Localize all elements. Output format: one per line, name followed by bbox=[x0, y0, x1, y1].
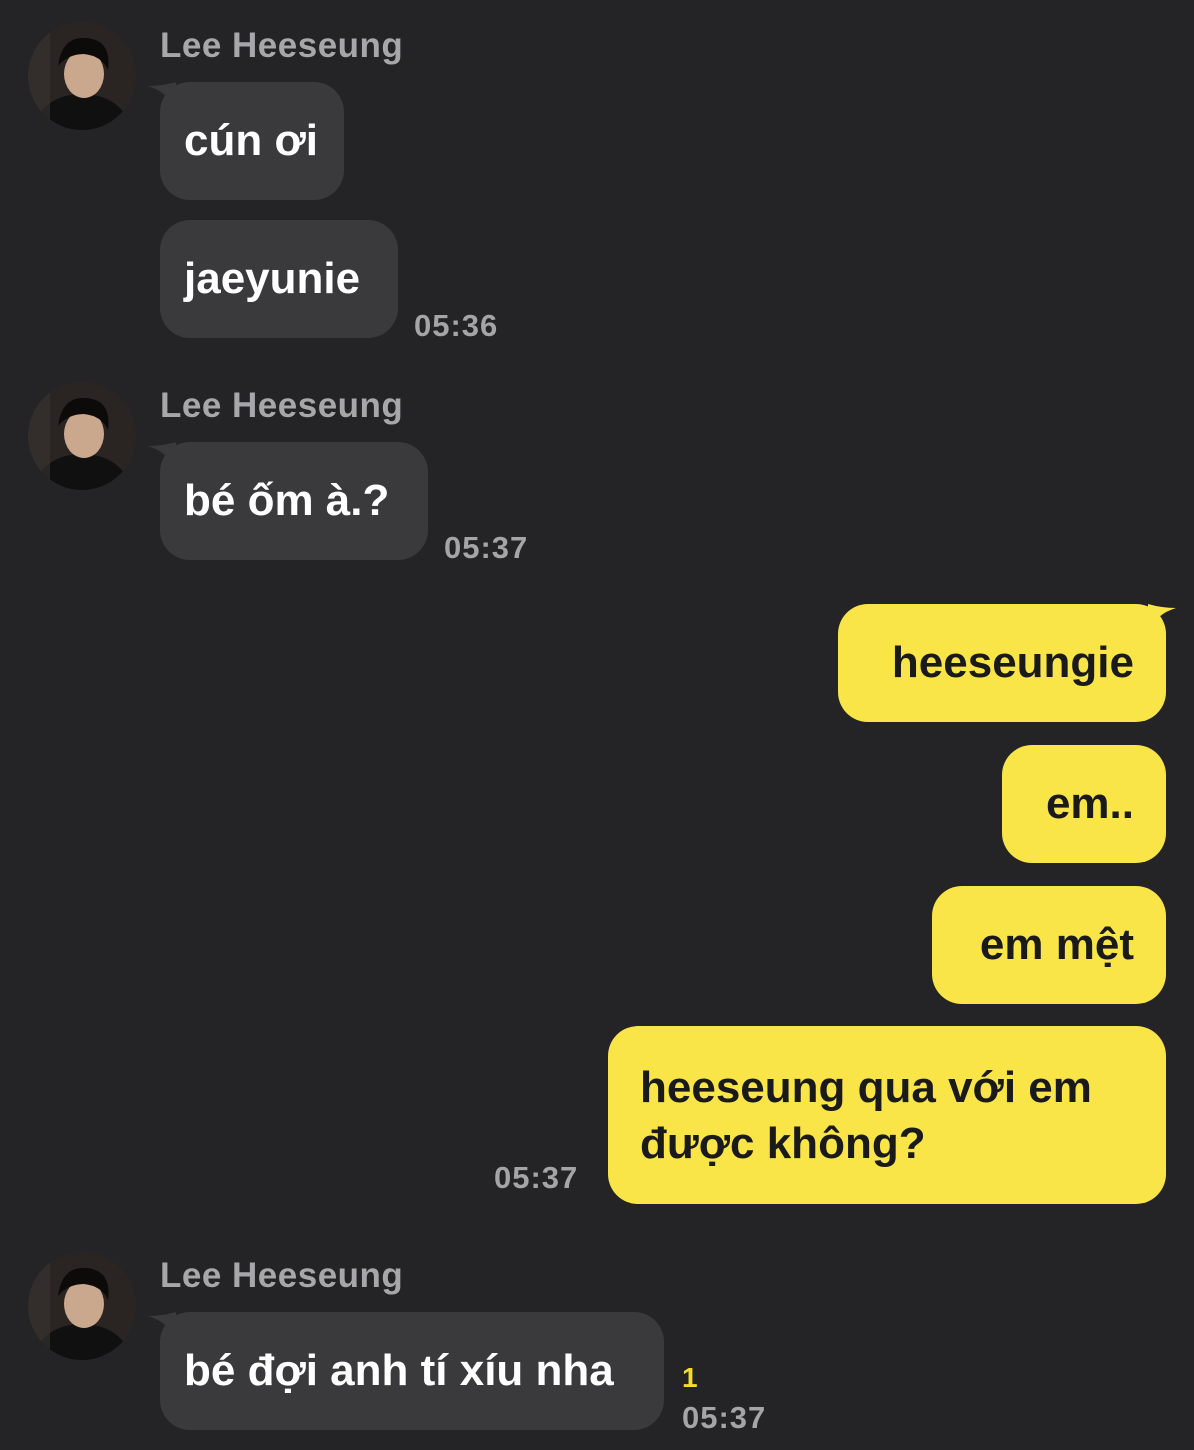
message-bubble[interactable]: em.. bbox=[1002, 745, 1166, 863]
message-timestamp: 05:37 bbox=[494, 1160, 579, 1195]
profile-photo-icon bbox=[28, 1252, 136, 1360]
message-bubble[interactable]: heeseung qua với em được không? bbox=[608, 1026, 1166, 1204]
sender-name: Lee Heeseung bbox=[160, 1256, 404, 1295]
avatar[interactable] bbox=[28, 1252, 136, 1360]
sender-name: Lee Heeseung bbox=[160, 26, 404, 65]
message-bubble[interactable]: em mệt bbox=[932, 886, 1166, 1004]
sender-name: Lee Heeseung bbox=[160, 386, 404, 425]
message-timestamp: 05:37 bbox=[444, 530, 529, 565]
message-bubble[interactable]: bé đợi anh tí xíu nha bbox=[160, 1312, 664, 1430]
avatar[interactable] bbox=[28, 382, 136, 490]
profile-photo-icon bbox=[28, 382, 136, 490]
avatar[interactable] bbox=[28, 22, 136, 130]
message-timestamp: 05:37 bbox=[682, 1400, 767, 1435]
message-bubble[interactable]: jaeyunie bbox=[160, 220, 398, 338]
unread-count: 1 bbox=[682, 1362, 698, 1393]
message-bubble[interactable]: cún ơi bbox=[160, 82, 344, 200]
message-timestamp: 05:36 bbox=[414, 308, 499, 343]
message-bubble[interactable]: bé ốm à.? bbox=[160, 442, 428, 560]
profile-photo-icon bbox=[28, 22, 136, 130]
message-bubble[interactable]: heeseungie bbox=[838, 604, 1166, 722]
